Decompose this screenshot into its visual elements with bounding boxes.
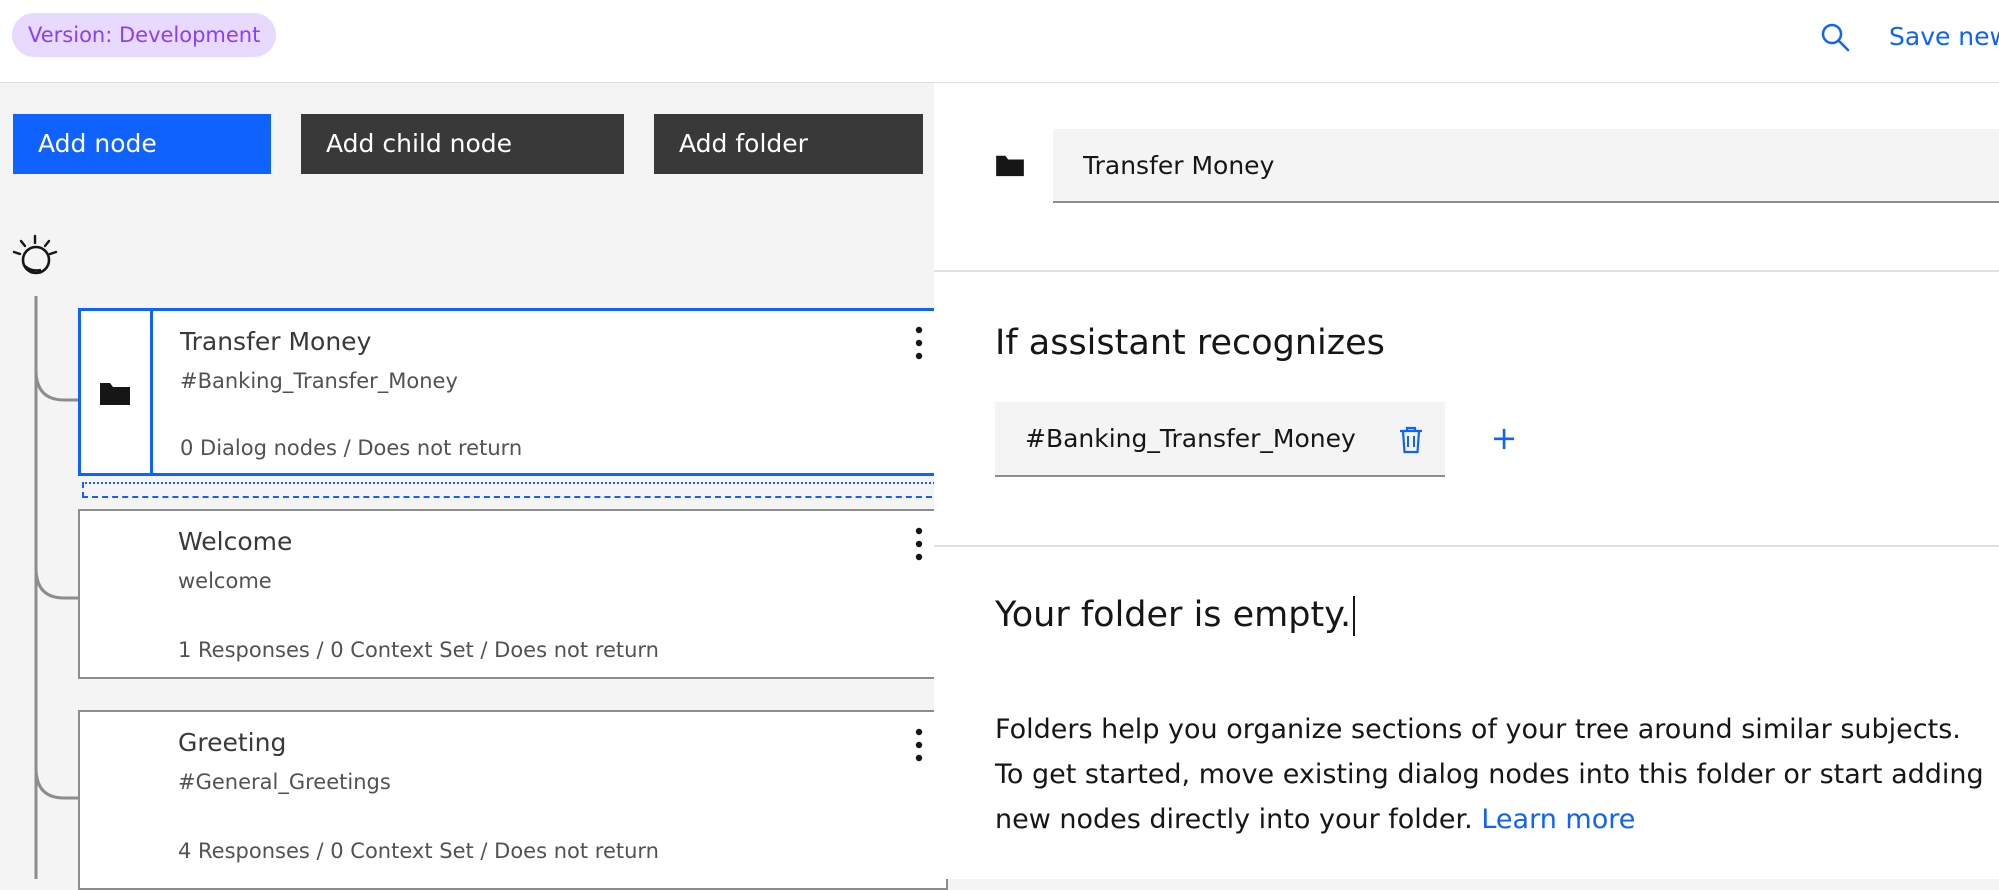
node-meta: 0 Dialog nodes / Does not return [180, 436, 523, 460]
overflow-menu-icon[interactable] [914, 727, 924, 763]
add-node-button[interactable]: Add node [13, 114, 271, 174]
learn-more-link[interactable]: Learn more [1481, 804, 1635, 835]
condition-value: #Banking_Transfer_Money [1025, 424, 1356, 453]
save-new-button[interactable]: Save new [1889, 20, 1999, 54]
node-title: Greeting [178, 728, 287, 757]
condition-heading: If assistant recognizes [995, 323, 1385, 363]
search-icon[interactable] [1818, 20, 1852, 54]
watson-icon [12, 234, 58, 275]
section-divider [934, 545, 1999, 547]
top-bar: Version: Development Save new [0, 0, 1999, 83]
folder-detail-panel: If assistant recognizes #Banking_Transfe… [934, 83, 1999, 879]
add-child-node-button[interactable]: Add child node [301, 114, 624, 174]
version-tag[interactable]: Version: Development [12, 13, 277, 57]
condition-field[interactable]: #Banking_Transfer_Money [995, 402, 1445, 477]
folder-name-input[interactable] [1053, 129, 1999, 203]
folder-icon [100, 383, 130, 405]
drop-zone [82, 482, 942, 498]
folder-icon [996, 155, 1024, 177]
tree-connector-lines [34, 296, 80, 879]
empty-folder-title: Your folder is empty. [995, 595, 1356, 636]
node-condition: #Banking_Transfer_Money [180, 369, 458, 393]
tree-node-transfer-money[interactable]: Transfer Money #Banking_Transfer_Money 0… [78, 308, 948, 476]
folder-strip [81, 311, 153, 473]
add-condition-button[interactable]: + [1479, 413, 1529, 463]
text-cursor [1353, 596, 1356, 636]
node-meta: 4 Responses / 0 Context Set / Does not r… [178, 839, 659, 863]
trash-icon[interactable] [1398, 426, 1424, 454]
overflow-menu-icon[interactable] [914, 526, 924, 562]
empty-folder-title-text: Your folder is empty. [995, 595, 1352, 635]
node-meta: 1 Responses / 0 Context Set / Does not r… [178, 638, 659, 662]
section-divider [934, 270, 1999, 272]
empty-folder-description: Folders help you organize sections of yo… [995, 707, 1995, 842]
node-title: Welcome [178, 527, 293, 556]
node-condition: #General_Greetings [178, 770, 391, 794]
add-folder-button[interactable]: Add folder [654, 114, 923, 174]
tree-node-welcome[interactable]: Welcome welcome 1 Responses / 0 Context … [78, 509, 948, 679]
overflow-menu-icon[interactable] [914, 325, 924, 361]
tree-node-greeting[interactable]: Greeting #General_Greetings 4 Responses … [78, 710, 948, 890]
node-condition: welcome [178, 569, 272, 593]
node-title: Transfer Money [180, 327, 372, 356]
